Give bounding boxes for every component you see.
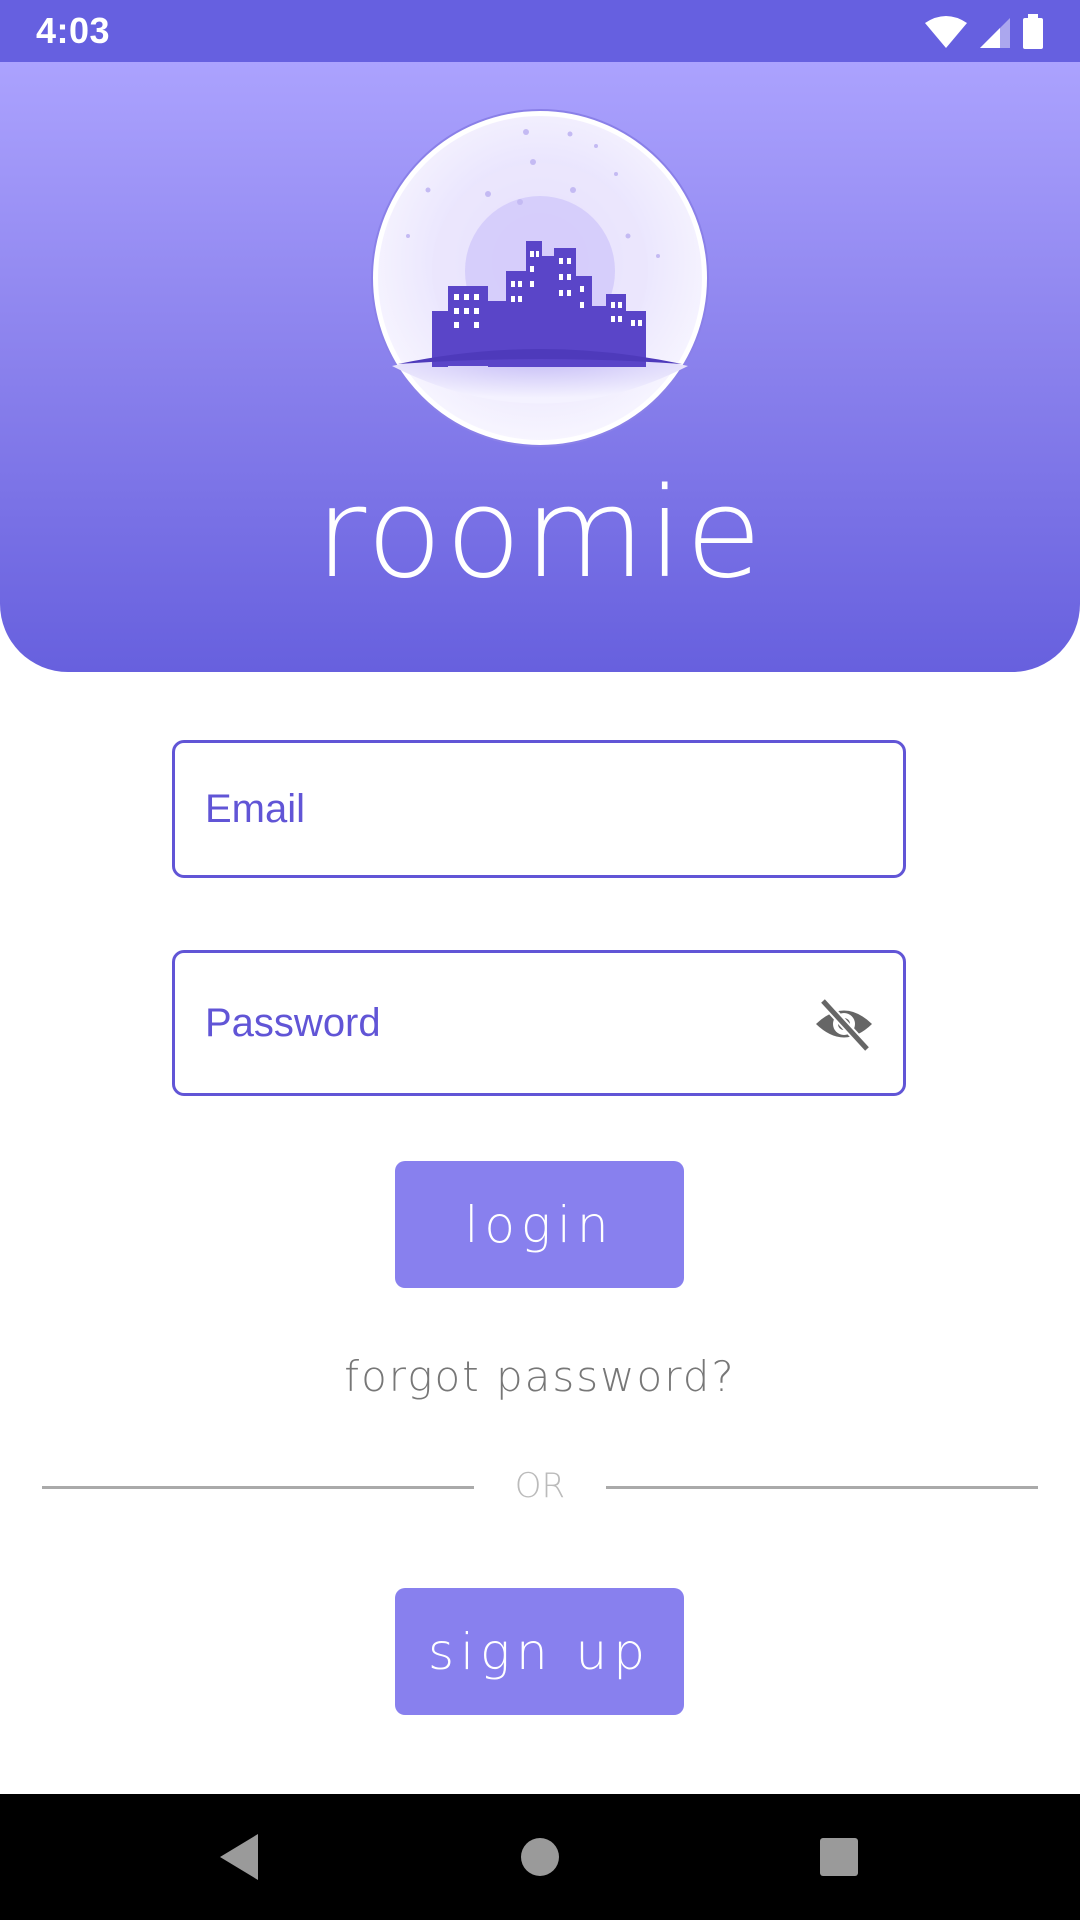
header-banner: roomie: [0, 62, 1080, 672]
status-icons: [924, 12, 1044, 52]
email-field[interactable]: [172, 740, 906, 878]
city-globe-logo-icon: [368, 106, 712, 450]
login-button[interactable]: login: [395, 1161, 684, 1288]
recents-square-icon[interactable]: [814, 1832, 864, 1882]
cell-signal-icon: [980, 18, 1010, 48]
wifi-icon: [925, 16, 967, 48]
password-field[interactable]: [172, 950, 906, 1096]
status-bar: 4:03: [0, 0, 1080, 62]
email-input[interactable]: [175, 743, 765, 875]
app-title: roomie: [315, 462, 765, 606]
navigation-bar: [0, 1794, 1080, 1920]
home-circle-icon[interactable]: [515, 1832, 565, 1882]
divider-left: [42, 1486, 474, 1489]
eye-off-icon[interactable]: [813, 995, 875, 1053]
sign-up-button[interactable]: sign up: [395, 1588, 684, 1715]
back-triangle-icon[interactable]: [216, 1832, 266, 1882]
status-time: 4:03: [36, 10, 111, 51]
battery-icon: [1023, 14, 1043, 49]
divider-right: [606, 1486, 1038, 1489]
forgot-password-link[interactable]: forgot password?: [0, 1352, 1080, 1401]
or-divider-label: OR: [514, 1466, 566, 1506]
password-input[interactable]: [175, 953, 765, 1093]
